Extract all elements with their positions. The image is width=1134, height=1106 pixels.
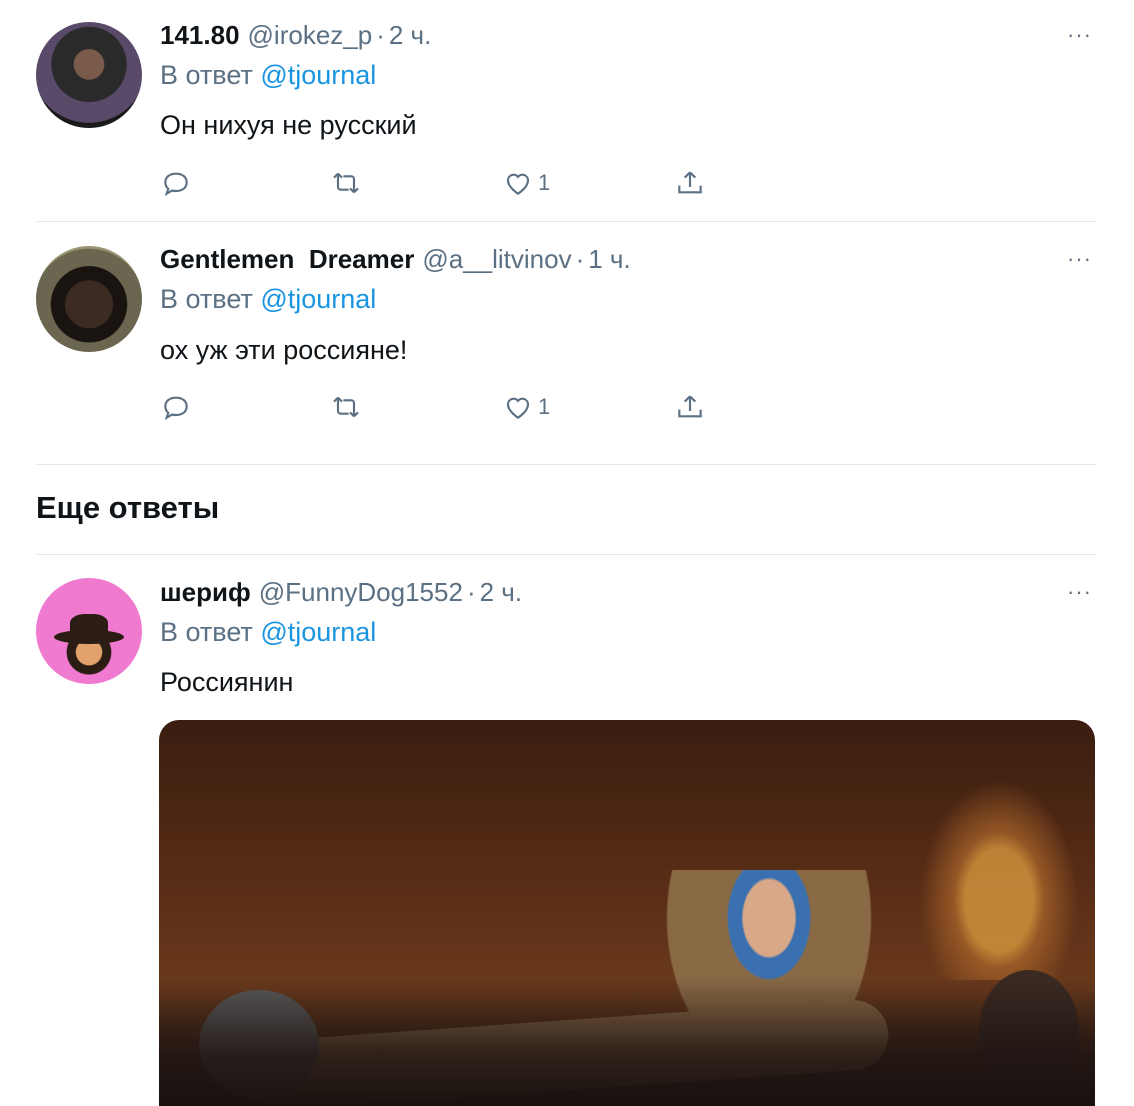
separator-dot: · [575,244,585,274]
section-title: Еще ответы [36,490,220,525]
reply-icon [164,396,188,420]
avatar[interactable] [36,578,142,684]
timestamp[interactable]: 1 ч. [588,244,630,274]
crowd-shape [159,976,1095,1106]
share-icon [678,395,702,418]
like-count: 1 [538,170,551,195]
tweet-text: Россиянин [160,667,294,697]
tweet-header: 141.80 @irokez_p · 2 ч. [160,20,431,51]
reply-prefix: В ответ [160,617,253,647]
reply-button[interactable] [160,389,192,425]
avatar[interactable] [36,22,142,128]
reply-icon [164,172,188,196]
share-button[interactable] [674,165,706,201]
mention-link[interactable]: @tjournal [260,617,376,647]
user-handle[interactable]: @irokez_p [248,20,373,50]
divider [36,464,1096,465]
cathedral-shape [919,780,1079,980]
tweet-photo[interactable] [159,720,1095,1106]
separator-dot: · [376,20,385,50]
divider [36,554,1096,555]
retweet-button[interactable] [330,165,362,201]
retweet-icon [333,172,359,194]
timestamp[interactable]: 2 ч. [480,577,522,607]
user-name[interactable]: шериф [160,577,251,607]
user-handle[interactable]: @a__litvinov [422,244,571,274]
tweet-header: Gentlemen Dreamer @a__litvinov · 1 ч. [160,244,631,275]
divider [36,221,1096,222]
retweet-icon [333,396,359,418]
share-button[interactable] [674,389,706,425]
avatar[interactable] [36,246,142,352]
retweet-button[interactable] [330,389,362,425]
timestamp[interactable]: 2 ч. [389,20,431,50]
reply-button[interactable] [160,165,192,201]
more-icon[interactable]: ··· [1067,579,1092,605]
reply-prefix: В ответ [160,284,253,314]
like-icon [506,397,530,419]
reply-context: В ответ @tjournal [160,60,376,91]
tweet-text: Он нихуя не русский [160,110,417,140]
mention-link[interactable]: @tjournal [260,60,376,90]
tweet-header: шериф @FunnyDog1552 · 2 ч. [160,577,522,608]
user-handle[interactable]: @FunnyDog1552 [259,577,463,607]
share-icon [678,171,702,194]
separator-dot: · [466,577,476,607]
user-name[interactable]: 141.80 [160,20,240,50]
like-button[interactable]: 1 [502,165,550,201]
user-name[interactable]: Gentlemen Dreamer [160,244,414,274]
reply-context: В ответ @tjournal [160,284,376,315]
more-icon[interactable]: ··· [1067,22,1092,48]
hat-brim-shape [54,630,124,644]
reply-prefix: В ответ [160,60,253,90]
tweet-text: ох уж эти россияне! [160,335,408,365]
like-button[interactable]: 1 [502,389,550,425]
mention-link[interactable]: @tjournal [260,284,376,314]
like-icon [506,173,530,195]
like-count: 1 [538,394,551,419]
more-icon[interactable]: ··· [1067,246,1092,272]
reply-context: В ответ @tjournal [160,617,376,648]
